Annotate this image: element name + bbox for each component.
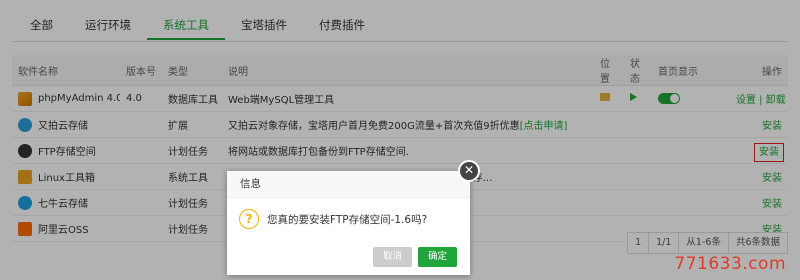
dialog-buttons: 取消 确定 [372, 247, 457, 267]
confirm-button[interactable]: 确定 [417, 247, 457, 267]
close-icon[interactable]: ✕ [458, 160, 480, 182]
dialog-message: 您真的要安装FTP存储空间-1.6吗? [267, 213, 428, 226]
confirm-dialog: 信息 ? 您真的要安装FTP存储空间-1.6吗? 取消 确定 [227, 171, 470, 275]
dialog-body: ? 您真的要安装FTP存储空间-1.6吗? [239, 209, 427, 229]
watermark: 771633.com [674, 254, 786, 274]
dialog-title: 信息 [227, 171, 470, 198]
cancel-button[interactable]: 取消 [372, 247, 412, 267]
question-icon: ? [239, 209, 259, 229]
